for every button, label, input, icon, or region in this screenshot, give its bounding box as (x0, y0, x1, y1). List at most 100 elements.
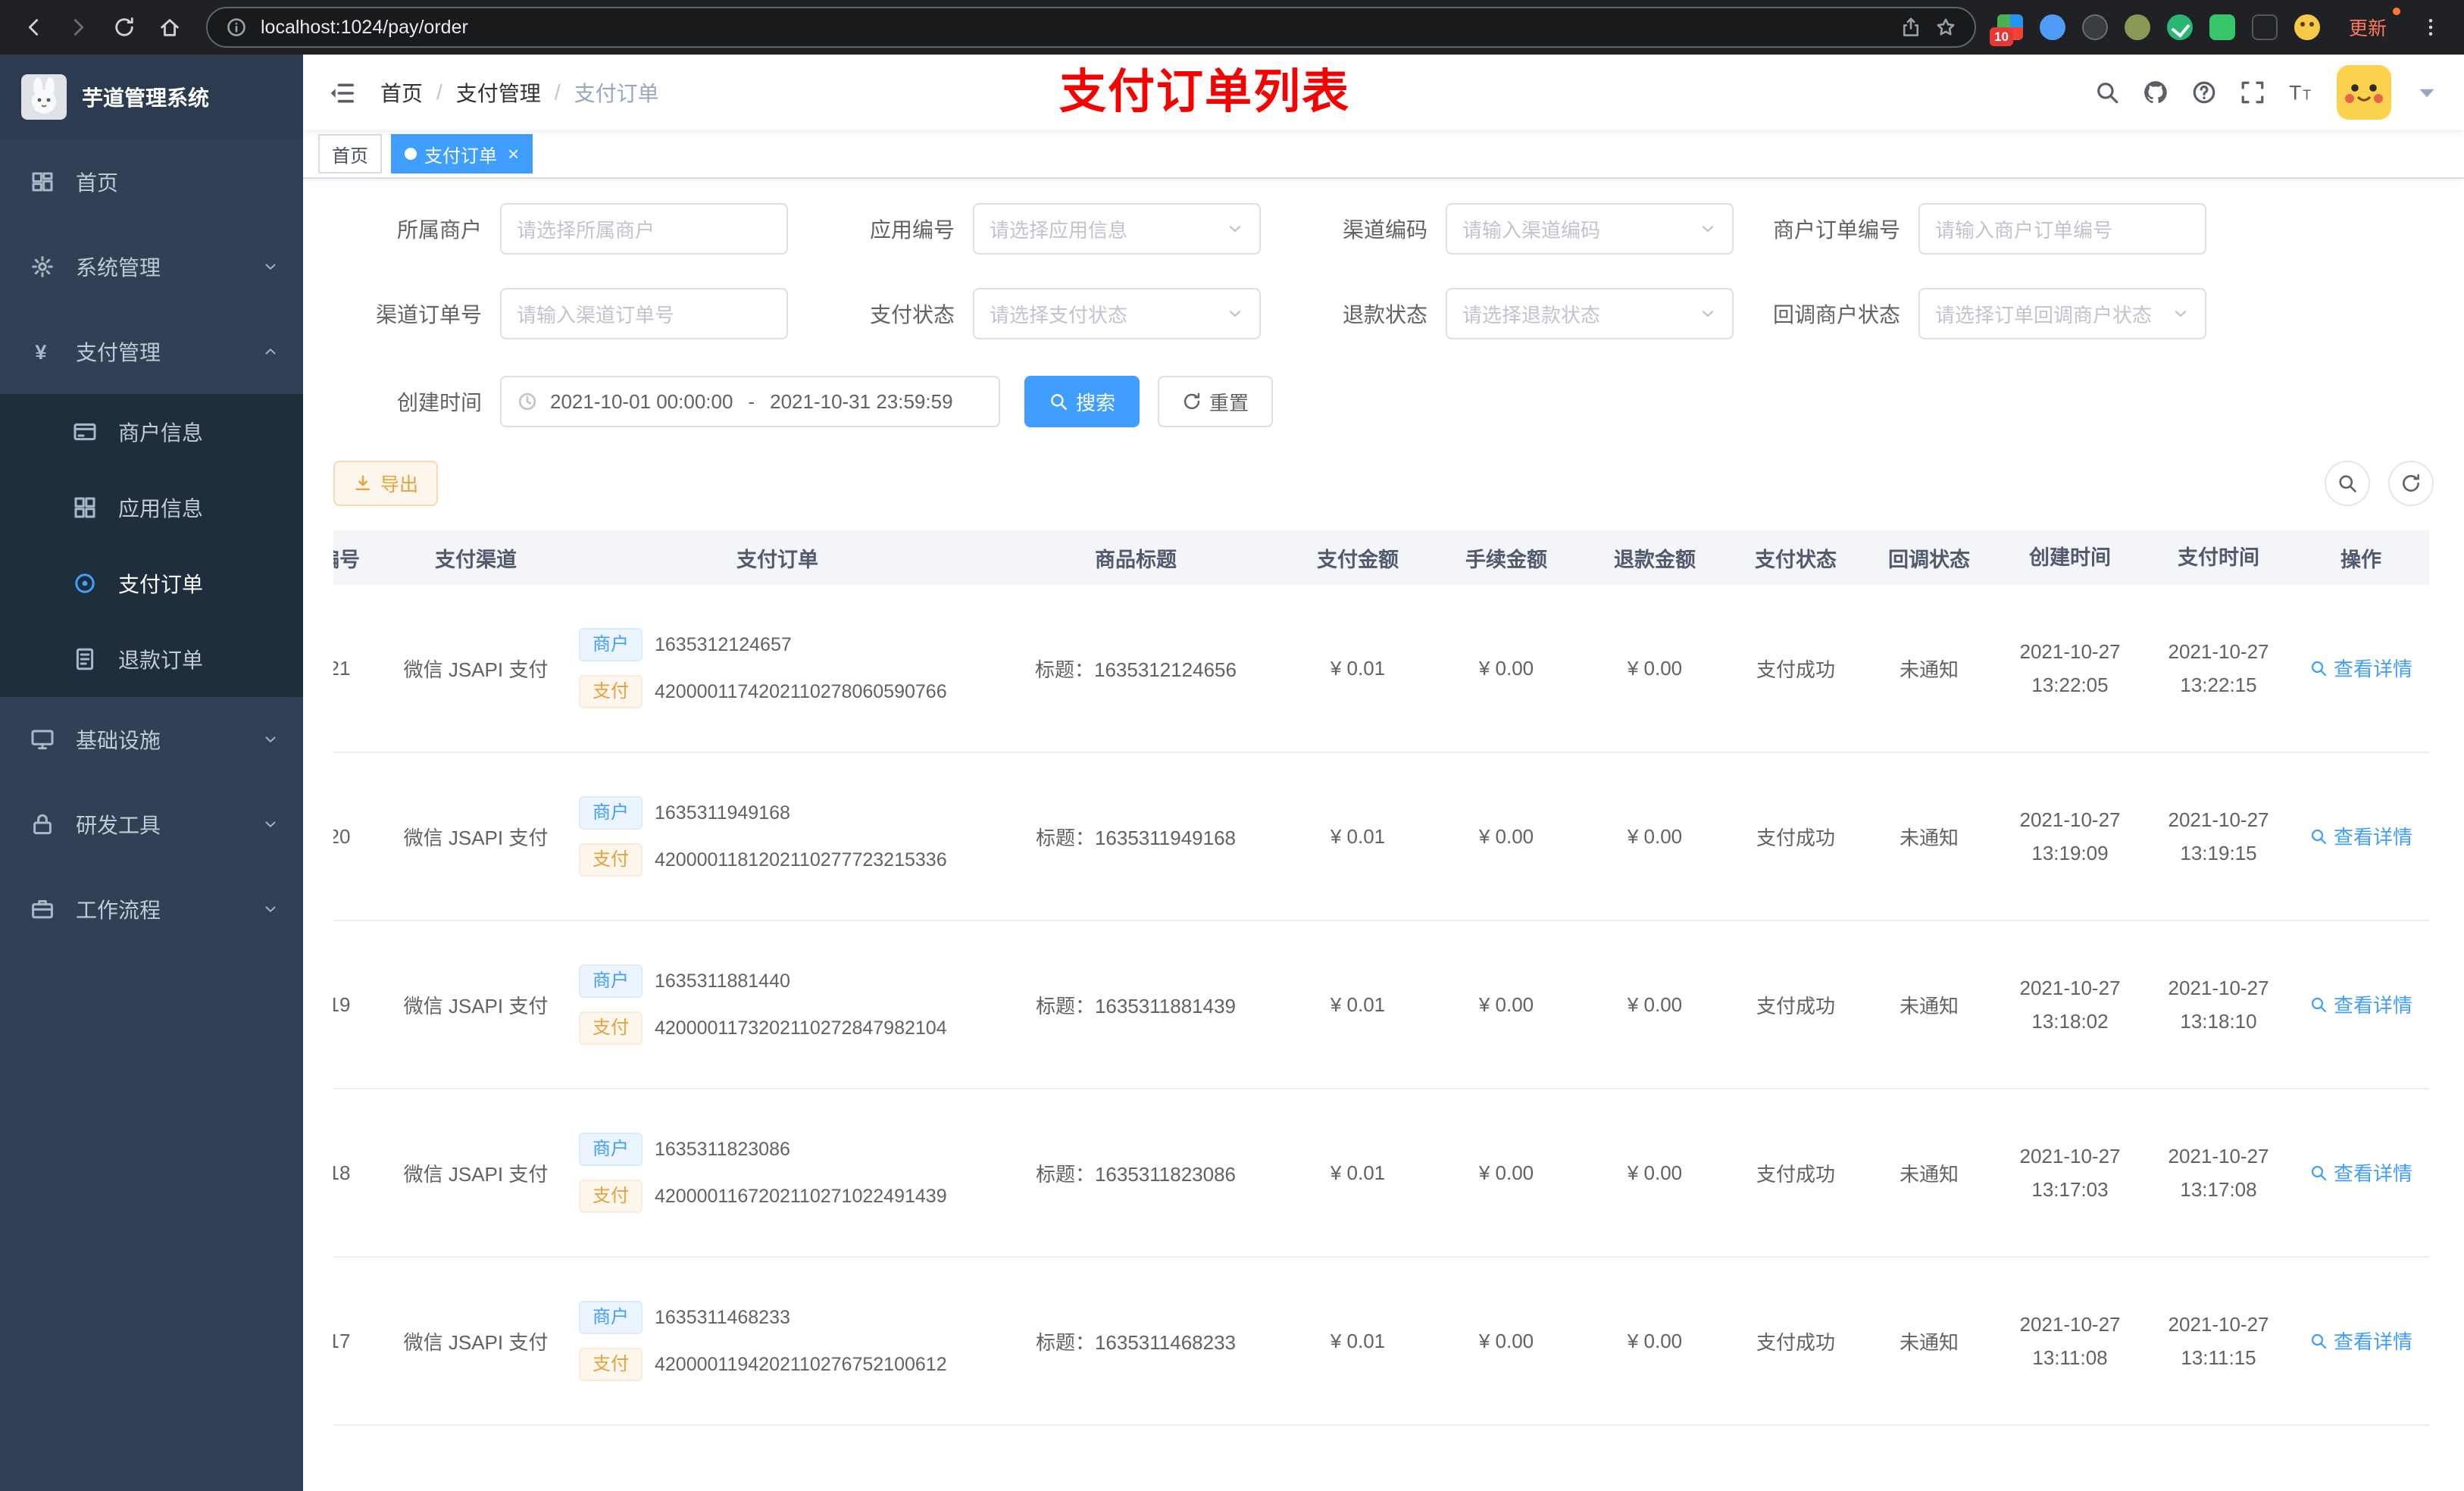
forward-icon (67, 16, 90, 39)
active-tab-dot (405, 148, 417, 160)
cell-order: 商户 1635311949168 支付 42000011812021102777232… (567, 796, 988, 877)
refund-status-select[interactable]: 请选择退款状态 (1446, 288, 1734, 339)
browser-address-bar[interactable]: localhost:1024/pay/order (206, 7, 1976, 48)
view-detail-link[interactable]: 查看详情 (2309, 1158, 2412, 1186)
cell-pay-status: 支付成功 (1756, 658, 1835, 681)
app-logo (21, 74, 67, 120)
toggle-search-button[interactable] (2325, 461, 2370, 506)
channel-order-no-input[interactable]: 请输入渠道订单号 (500, 288, 788, 339)
view-detail-link[interactable]: 查看详情 (2309, 1327, 2412, 1355)
fullscreen-icon[interactable] (2240, 80, 2265, 105)
site-info-icon[interactable] (226, 17, 247, 38)
extensions-puzzle-icon[interactable] (2251, 14, 2278, 40)
cell-create-time: 2021-10-27 13:17:03 (2019, 1145, 2121, 1201)
view-detail-link[interactable]: 查看详情 (2309, 990, 2412, 1018)
notify-status-select[interactable]: 请选择订单回调商户状态 (1918, 288, 2206, 339)
sidebar-logo-row[interactable]: 芋道管理系统 (0, 55, 303, 139)
reset-button-label: 重置 (1209, 391, 1249, 414)
sidebar-item-home[interactable]: 首页 (0, 139, 303, 224)
app-select[interactable]: 请选择应用信息 (973, 203, 1261, 255)
search-icon (2309, 1332, 2328, 1350)
cell-refund: ¥ 0.00 (1627, 824, 1683, 848)
font-size-icon[interactable]: TT (2288, 80, 2314, 105)
sidebar-item-label: 研发工具 (76, 814, 161, 837)
bookmark-star-icon[interactable] (1935, 17, 1956, 38)
pay-status-select[interactable]: 请选择支付状态 (973, 288, 1261, 339)
browser-extension-icon[interactable] (2039, 14, 2065, 40)
column-header-1: 编号 (333, 548, 360, 571)
page: localhost:1024/pay/order 10 更新 芋道管理系统 首页… (0, 0, 2464, 1491)
browser-extension-icon[interactable] (2166, 14, 2193, 40)
view-detail-link[interactable]: 查看详情 (2309, 654, 2412, 682)
app-title: 芋道管理系统 (82, 86, 210, 110)
cell-create-time: 2021-10-27 13:19:09 (2019, 808, 2121, 864)
sidebar-item-refund-order[interactable]: 退款订单 (0, 621, 303, 697)
doc-icon (73, 647, 97, 671)
sidebar-item-dev-tools[interactable]: 研发工具 (0, 782, 303, 867)
export-button[interactable]: 导出 (333, 461, 439, 506)
help-icon[interactable] (2191, 80, 2217, 105)
date-range-picker[interactable]: 2021-10-01 00:00:00 - 2021-10-31 23:59:5… (500, 376, 1000, 427)
home-icon (158, 16, 181, 39)
merchant-order-no-input[interactable]: 请输入商户订单编号 (1918, 203, 2206, 255)
browser-menu-icon[interactable] (2416, 17, 2446, 38)
browser-back-button[interactable] (12, 6, 55, 48)
avatar-caret-icon[interactable] (2414, 80, 2440, 105)
user-avatar[interactable] (2337, 65, 2391, 120)
browser-extension-icon[interactable]: 10 (1989, 14, 2023, 46)
placeholder-text: 请选择应用信息 (990, 218, 1128, 242)
browser-extension-icon[interactable] (2209, 14, 2235, 40)
refresh-table-button[interactable] (2388, 461, 2434, 506)
close-icon[interactable]: × (508, 144, 519, 164)
filter-app-id: 应用编号 请选择应用信息 (806, 203, 1279, 255)
placeholder-text: 请输入渠道编码 (1462, 218, 1601, 242)
extension-badge: 10 (1989, 27, 2013, 46)
cell-title: 标题：1635311823086 (1035, 1162, 1237, 1186)
sidebar-toggle-button[interactable] (327, 77, 356, 109)
filter-label: 创建时间 (396, 391, 482, 414)
merchant-tag: 商户 (579, 628, 643, 661)
cell-id: 17 (333, 1329, 351, 1352)
yen-icon: ¥ (30, 339, 55, 364)
sidebar-item-infrastructure[interactable]: 基础设施 (0, 697, 303, 782)
column-header-9: 回调状态 (1888, 548, 1970, 571)
tab-支付订单[interactable]: 支付订单 × (391, 134, 533, 173)
sidebar-item-pay-order[interactable]: 支付订单 (0, 545, 303, 621)
sidebar-item-label: 首页 (76, 171, 119, 195)
sidebar-item-merchant-info[interactable]: 商户信息 (0, 394, 303, 470)
search-button[interactable]: 搜索 (1024, 376, 1140, 427)
channel-code-select[interactable]: 请输入渠道编码 (1446, 203, 1734, 255)
view-detail-link[interactable]: 查看详情 (2309, 822, 2412, 850)
breadcrumb-item[interactable]: 支付管理 (456, 77, 541, 108)
tab-首页[interactable]: 首页 (318, 134, 382, 173)
placeholder-text: 请选择订单回调商户状态 (1935, 303, 2153, 327)
share-icon[interactable] (1900, 17, 1921, 38)
cell-refund: ¥ 0.00 (1627, 1161, 1683, 1184)
sidebar-item-system[interactable]: 系统管理 (0, 224, 303, 309)
cell-action: 查看详情 (2293, 822, 2429, 851)
cell-amount: ¥ 0.01 (1330, 1161, 1386, 1184)
chevron-up-icon (262, 343, 279, 360)
browser-extension-icon[interactable] (2081, 14, 2108, 40)
table-row: 19 微信 JSAPI 支付 商户 1635311881440 支付 4200001173… (333, 921, 2429, 1089)
browser-forward-button[interactable] (58, 6, 100, 48)
browser-extension-icon[interactable] (2124, 14, 2150, 40)
cell-id: 19 (333, 992, 351, 1016)
browser-reload-button[interactable] (103, 6, 145, 48)
cell-pay-status: 支付成功 (1756, 826, 1835, 849)
sidebar-item-payment[interactable]: ¥ 支付管理 (0, 309, 303, 394)
github-icon[interactable] (2143, 80, 2169, 105)
sidebar-item-app-info[interactable]: 应用信息 (0, 470, 303, 545)
browser-profile-avatar[interactable] (2294, 14, 2320, 40)
filter-label: 应用编号 (869, 218, 955, 242)
merchant-select[interactable]: 请选择所属商户 (500, 203, 788, 255)
search-icon (2309, 996, 2328, 1014)
reset-button[interactable]: 重置 (1158, 376, 1274, 427)
browser-home-button[interactable] (149, 6, 191, 48)
pay-tag: 支付 (579, 1011, 643, 1045)
sidebar-item-workflow[interactable]: 工作流程 (0, 867, 303, 952)
chevron-down-icon (1226, 305, 1244, 323)
header-search-icon[interactable] (2094, 80, 2120, 105)
breadcrumb-item[interactable]: 首页 (380, 77, 423, 108)
browser-update-button[interactable]: 更新 (2337, 8, 2401, 45)
